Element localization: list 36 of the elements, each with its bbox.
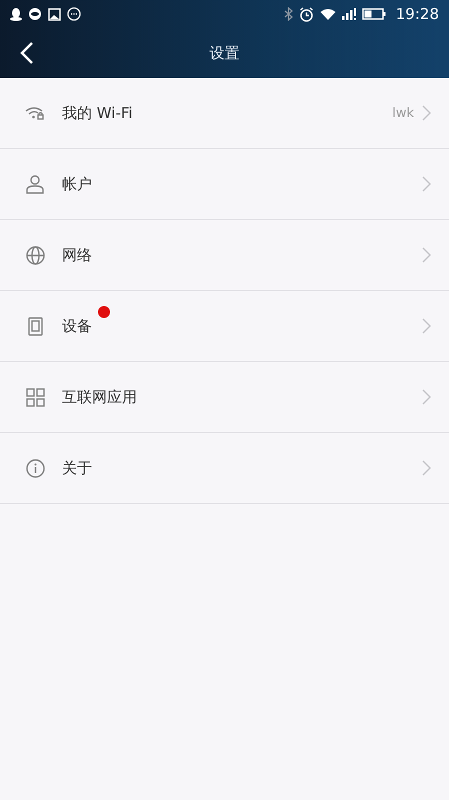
chevron-icon bbox=[422, 460, 431, 476]
grid-icon bbox=[26, 388, 44, 406]
chevron-icon bbox=[422, 105, 431, 121]
penguin-icon bbox=[10, 7, 22, 21]
battery-icon bbox=[362, 8, 386, 20]
chevron-icon bbox=[422, 176, 431, 192]
image-icon bbox=[48, 8, 61, 20]
chevron-icon bbox=[422, 389, 431, 405]
wifi-signal-icon bbox=[320, 8, 336, 20]
wifi-icon bbox=[25, 106, 45, 120]
row-label: 我的 Wi-Fi bbox=[62, 104, 133, 122]
row-label: 互联网应用 bbox=[62, 388, 137, 406]
globe-icon bbox=[26, 246, 44, 264]
row-label: 网络 bbox=[62, 246, 92, 264]
settings-row[interactable]: 关于 bbox=[0, 433, 449, 504]
screen-title: 设置 bbox=[210, 44, 240, 62]
info-icon bbox=[26, 458, 44, 478]
clock-time: 19:28 bbox=[396, 5, 439, 23]
person-icon bbox=[26, 174, 44, 194]
bluetooth-icon bbox=[284, 7, 293, 21]
row-label: 关于 bbox=[62, 458, 92, 478]
chevron-icon bbox=[422, 247, 431, 263]
settings-row[interactable]: 设备 bbox=[0, 291, 449, 362]
settings-row[interactable]: 我的 Wi-Fi lwk bbox=[0, 78, 449, 149]
eye-icon bbox=[28, 7, 42, 21]
cell-signal-icon bbox=[342, 8, 356, 20]
row-value: lwk bbox=[392, 106, 414, 120]
settings-row[interactable]: 网络 bbox=[0, 220, 449, 291]
device-icon bbox=[28, 316, 42, 336]
settings-row[interactable]: 帐户 bbox=[0, 149, 449, 220]
alarm-icon bbox=[298, 6, 314, 22]
message-icon bbox=[67, 7, 81, 21]
chevron-icon bbox=[422, 318, 431, 334]
settings-row[interactable]: 互联网应用 bbox=[0, 362, 449, 433]
row-label: 帐户 bbox=[62, 174, 92, 194]
row-label: 设备 bbox=[62, 316, 92, 336]
